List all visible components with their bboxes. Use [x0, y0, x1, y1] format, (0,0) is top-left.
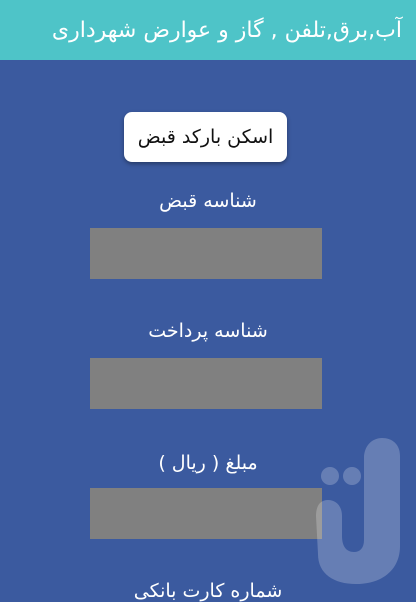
bill-id-label: شناسه قبض	[159, 190, 257, 212]
bazaar-logo-icon	[316, 438, 400, 584]
scan-barcode-button[interactable]: اسکن بارکد قبض	[124, 112, 287, 162]
amount-input[interactable]	[90, 488, 322, 539]
payment-id-label: شناسه پرداخت	[148, 320, 268, 342]
app-bar: آب,برق,تلفن , گاز و عوارض شهرداری	[0, 0, 416, 60]
payment-id-input[interactable]	[90, 358, 322, 409]
bill-id-input[interactable]	[90, 228, 322, 279]
app-title: آب,برق,تلفن , گاز و عوارض شهرداری	[51, 17, 402, 43]
